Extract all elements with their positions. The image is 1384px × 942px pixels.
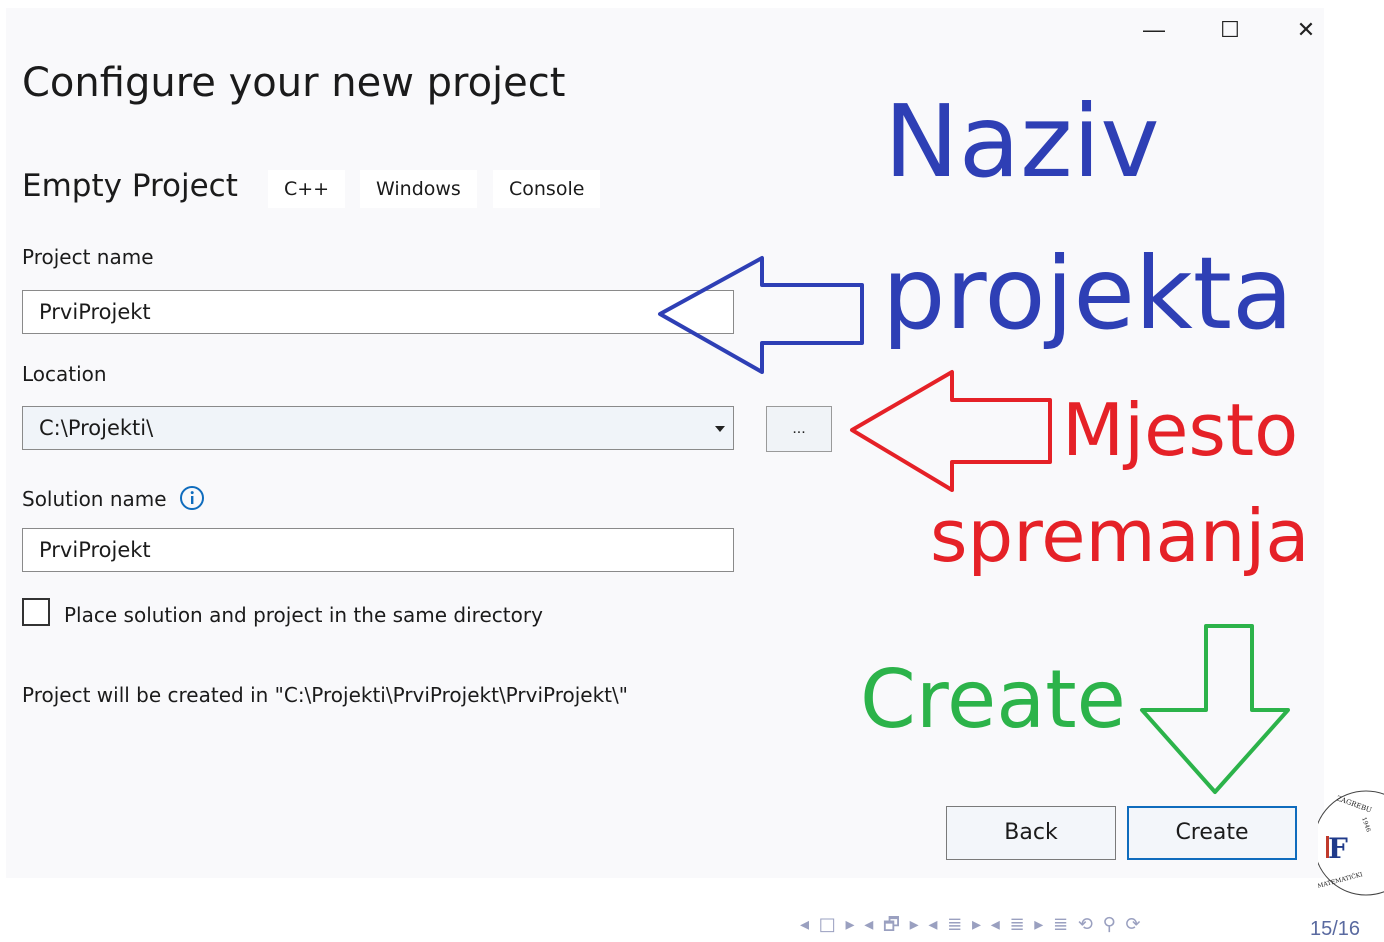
project-name-label: Project name (22, 245, 154, 269)
template-name: Empty Project (22, 168, 238, 204)
tag-windows: Windows (360, 170, 477, 208)
svg-text:F: F (1328, 832, 1348, 865)
location-value: C:\Projekti\ (39, 416, 154, 440)
solution-name-label-text: Solution name (22, 487, 167, 511)
maximize-button[interactable]: ☐ (1210, 14, 1250, 46)
location-label: Location (22, 362, 107, 386)
create-button[interactable]: Create (1127, 806, 1297, 860)
tag-cpp: C++ (268, 170, 346, 208)
annotation-naziv: Naziv (884, 83, 1160, 200)
solution-name-input[interactable]: PrviProjekt (22, 528, 734, 572)
tag-console: Console (493, 170, 601, 208)
minimize-button[interactable]: — (1134, 14, 1174, 46)
faculty-seal-logo: ZAGREBU 1946 F MATEMATIČKI (1318, 790, 1384, 896)
solution-name-label: Solution name (22, 485, 205, 511)
annotation-spremanja: spremanja (930, 494, 1310, 578)
annotation-mjesto: Mjesto (1062, 388, 1299, 472)
annotation-create: Create (860, 653, 1126, 746)
creation-path-note: Project will be created in "C:\Projekti\… (22, 683, 628, 707)
same-directory-label[interactable]: Place solution and project in the same d… (64, 603, 543, 627)
page-title: Configure your new project (22, 60, 566, 106)
location-combobox[interactable]: C:\Projekti\ (22, 406, 734, 450)
same-directory-checkbox[interactable] (22, 598, 50, 626)
info-icon[interactable] (179, 485, 205, 511)
chevron-down-icon[interactable] (715, 426, 725, 432)
slide-page-number: 15/16 (1310, 918, 1361, 940)
annotation-projekta: projekta (882, 235, 1294, 352)
back-button[interactable]: Back (946, 806, 1116, 860)
project-name-input[interactable]: PrviProjekt (22, 290, 734, 334)
slide-navigation[interactable]: ◂ □ ▸ ◂ 🗗 ▸ ◂ ≣ ▸ ◂ ≣ ▸ ≣ ⟲ ⚲ ⟳ (800, 912, 1143, 942)
close-button[interactable]: ✕ (1286, 14, 1326, 46)
browse-button[interactable]: ... (766, 406, 832, 452)
